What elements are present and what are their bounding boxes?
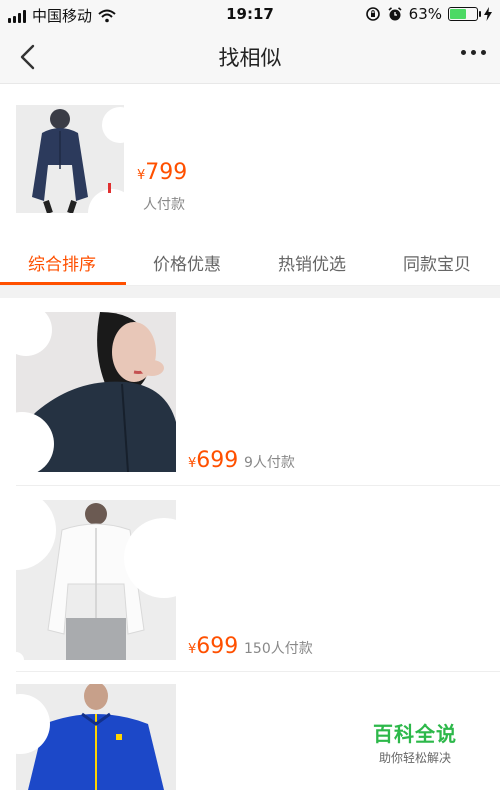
page-title: 找相似 (218, 46, 282, 70)
product-image[interactable] (16, 684, 176, 790)
price-value: 699 (196, 448, 239, 473)
product-image[interactable] (16, 312, 176, 472)
tab-comprehensive[interactable]: 综合排序 (28, 250, 96, 275)
tab-hot-sales[interactable]: 热销优选 (278, 250, 346, 275)
white-hoodie-man-image (16, 500, 176, 660)
navy-jacket-man-image (16, 105, 124, 213)
list-item[interactable]: ¥699 150人付款 (0, 486, 500, 672)
list-item[interactable]: ¥699 9人付款 (0, 298, 500, 486)
tab-price[interactable]: 价格优惠 (153, 250, 221, 275)
blue-track-jacket-image (16, 684, 176, 790)
watermark-subtitle: 助你轻松解决 (378, 751, 451, 765)
source-product[interactable]: ¥799 人付款 (0, 85, 500, 235)
battery-level-fill (450, 9, 467, 19)
orientation-lock-icon (365, 7, 380, 21)
active-tab-indicator (0, 282, 126, 285)
product-sales: 150人付款 (244, 641, 313, 657)
watermark-title: 百科全说 (373, 722, 457, 746)
source-price: ¥799 (137, 160, 187, 185)
product-price: ¥699 (188, 634, 238, 659)
tab-same-items[interactable]: 同款宝贝 (403, 250, 471, 275)
source-product-image[interactable] (16, 105, 124, 213)
price-value: 699 (196, 634, 239, 659)
navigation-bar: 找相似 (0, 30, 500, 84)
sort-tabs: 综合排序 价格优惠 热销优选 同款宝贝 (0, 236, 500, 286)
product-price: ¥699 (188, 448, 238, 473)
section-gap (0, 286, 500, 298)
battery-percent: 63% (408, 5, 442, 23)
product-image[interactable] (16, 500, 176, 660)
price-value: 799 (145, 160, 188, 185)
battery-icon (448, 7, 481, 21)
more-dots-icon[interactable] (461, 50, 486, 55)
status-right: 63% (365, 5, 492, 23)
status-bar: 中国移动 19:17 63% (0, 0, 500, 30)
dark-jacket-woman-image (16, 312, 176, 472)
source-sales: 人付款 (143, 197, 185, 213)
product-sales: 9人付款 (244, 455, 295, 471)
alarm-icon (388, 7, 402, 21)
watermark-logo: 百科全说 助你轻松解决 (360, 718, 470, 766)
charging-icon (484, 7, 492, 21)
